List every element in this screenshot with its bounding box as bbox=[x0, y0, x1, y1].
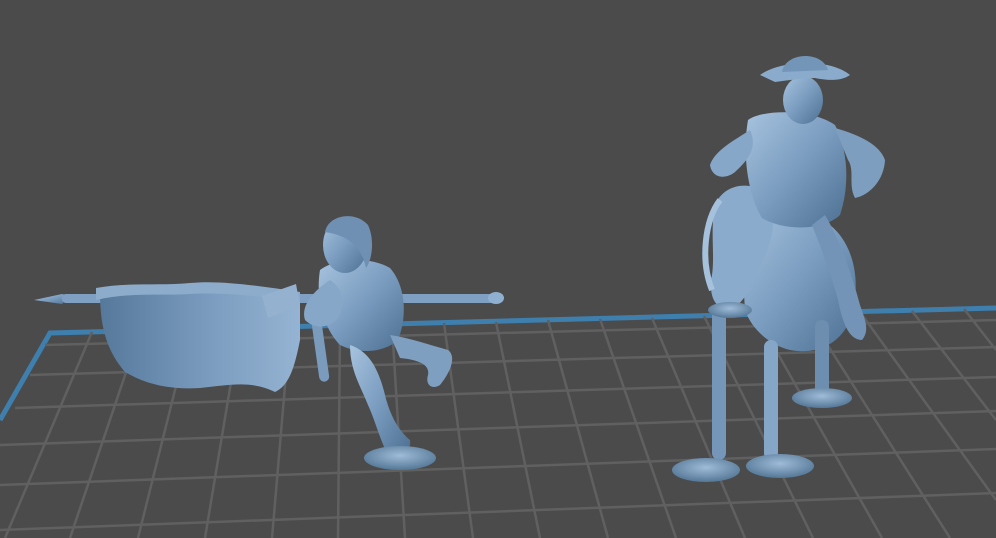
rider-torso bbox=[745, 112, 847, 228]
horse-base-back-left bbox=[792, 388, 852, 408]
horse-base-back-right bbox=[708, 302, 752, 318]
horse-leg-front-left bbox=[712, 310, 726, 460]
rider-head bbox=[783, 76, 823, 124]
horse-base-front-left bbox=[672, 458, 740, 482]
3d-viewport[interactable] bbox=[0, 0, 996, 538]
scene-canvas[interactable] bbox=[0, 0, 996, 538]
soldier-base bbox=[364, 446, 436, 470]
soldier-back-leg bbox=[390, 335, 453, 387]
horse-base-front-right bbox=[746, 454, 814, 478]
rider-left-arm bbox=[710, 130, 753, 177]
flag-pole-end bbox=[488, 292, 504, 304]
soldier-front-leg bbox=[350, 345, 411, 456]
tricorn-hat-crown bbox=[782, 55, 828, 72]
horse-leg-front-right bbox=[764, 340, 778, 460]
